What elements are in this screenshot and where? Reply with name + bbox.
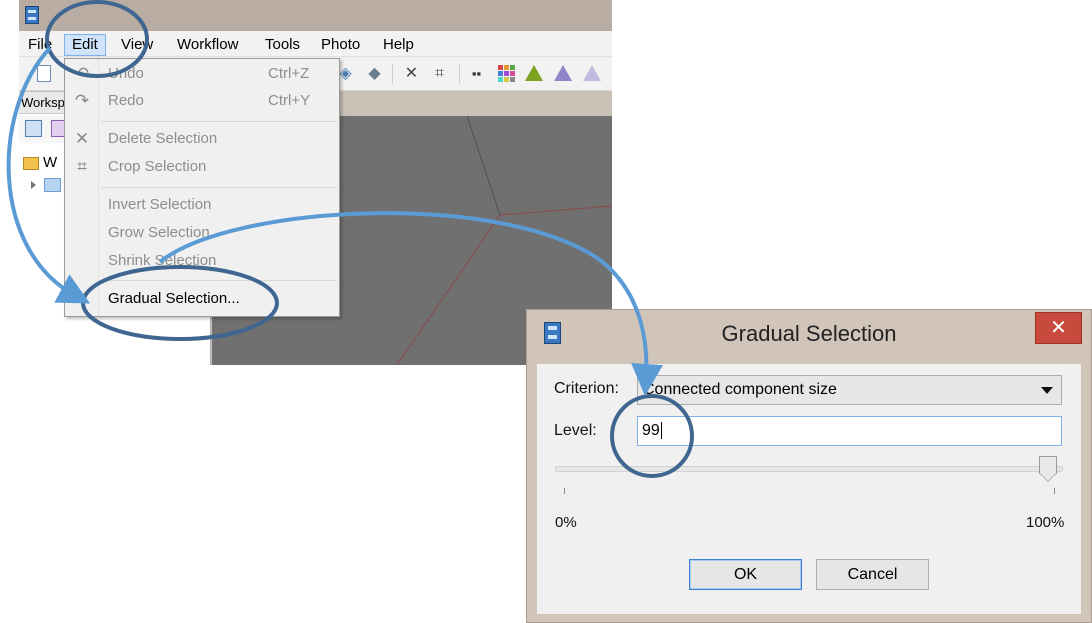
color-grid-icon[interactable] xyxy=(498,65,515,82)
tree-item-workspace[interactable]: W xyxy=(23,153,57,173)
menu-photo[interactable]: Photo xyxy=(314,34,367,56)
gradual-selection-dialog: Gradual Selection ✕ Criterion: Connected… xyxy=(526,309,1092,623)
menu-separator xyxy=(101,280,337,281)
grid-view-icon[interactable]: ▪▪ xyxy=(468,65,485,82)
menu-item-redo[interactable]: ↷ Redo Ctrl+Y xyxy=(65,88,339,114)
menu-view[interactable]: View xyxy=(114,34,160,56)
level-input[interactable]: 99 xyxy=(637,416,1062,446)
menu-item-shrink-selection[interactable]: Shrink Selection xyxy=(65,248,339,274)
menu-item-label: Undo xyxy=(108,65,144,82)
slider-min-label: 0% xyxy=(555,514,577,531)
dialog-body: Criterion: Connected component size Leve… xyxy=(537,364,1081,614)
menu-tools[interactable]: Tools xyxy=(258,34,307,56)
menu-item-gradual-selection[interactable]: Gradual Selection... xyxy=(65,286,339,312)
rotate-tool-icon[interactable]: ◆ xyxy=(366,65,383,82)
new-document-icon[interactable] xyxy=(37,65,51,82)
menu-file[interactable]: File xyxy=(21,34,59,56)
close-button[interactable]: ✕ xyxy=(1035,312,1082,344)
edit-menu-dropdown: ↶ Undo Ctrl+Z ↷ Redo Ctrl+Y ✕ Delete Sel… xyxy=(64,58,340,317)
menu-item-label: Shrink Selection xyxy=(108,252,217,269)
menu-item-label: Grow Selection xyxy=(108,224,210,241)
undo-icon: ↶ xyxy=(74,64,90,83)
delete-icon[interactable]: ✕ xyxy=(403,65,420,82)
tree-item-label: W xyxy=(43,154,58,171)
close-icon: ✕ xyxy=(1050,317,1067,339)
app-title-bar xyxy=(19,0,612,31)
expand-arrow-icon[interactable] xyxy=(31,181,36,190)
menu-help[interactable]: Help xyxy=(376,34,421,56)
crop-icon[interactable]: ⌗ xyxy=(431,65,448,82)
menu-item-label: Gradual Selection... xyxy=(108,290,240,307)
menu-item-label: Delete Selection xyxy=(108,130,218,147)
menu-separator xyxy=(101,187,337,188)
menu-item-grow-selection[interactable]: Grow Selection xyxy=(65,220,339,246)
menu-edit[interactable]: Edit xyxy=(64,34,106,56)
menu-item-label: Invert Selection xyxy=(108,196,212,213)
bounding-edge xyxy=(396,214,501,365)
cancel-button[interactable]: Cancel xyxy=(816,559,929,590)
menu-bar: File Edit View Workflow Tools Photo Help xyxy=(19,31,612,57)
criterion-value: Connected component size xyxy=(643,381,837,398)
menu-item-undo[interactable]: ↶ Undo Ctrl+Z xyxy=(65,61,339,87)
bounding-edge xyxy=(466,116,501,216)
menu-item-label: Redo xyxy=(108,92,144,109)
menu-item-shortcut: Ctrl+Z xyxy=(268,65,310,82)
bounding-edge xyxy=(499,205,612,216)
level-slider-track[interactable] xyxy=(555,466,1063,472)
criterion-dropdown[interactable]: Connected component size xyxy=(637,375,1062,405)
menu-item-delete-selection[interactable]: ✕ Delete Selection xyxy=(65,126,339,152)
criterion-label: Criterion: xyxy=(554,380,619,397)
wireframe-model-icon[interactable] xyxy=(583,65,601,81)
delete-icon: ✕ xyxy=(74,129,90,148)
level-value: 99 xyxy=(642,422,660,439)
redo-icon: ↷ xyxy=(74,91,90,110)
ok-button[interactable]: OK xyxy=(689,559,802,590)
menu-item-invert-selection[interactable]: Invert Selection xyxy=(65,192,339,218)
slider-thumb-body xyxy=(1039,456,1058,474)
menu-item-crop-selection[interactable]: ⌗ Crop Selection xyxy=(65,154,339,180)
chunk-icon xyxy=(44,178,61,193)
level-slider-thumb[interactable] xyxy=(1039,456,1058,482)
solid-model-icon[interactable] xyxy=(554,65,572,81)
menu-workflow[interactable]: Workflow xyxy=(170,34,245,56)
menu-item-shortcut: Ctrl+Y xyxy=(268,92,311,109)
dialog-title-bar[interactable]: Gradual Selection ✕ xyxy=(527,310,1091,354)
tree-item-chunk[interactable] xyxy=(23,175,61,195)
slider-thumb-tip-fill xyxy=(1040,473,1057,481)
chevron-down-icon xyxy=(1041,387,1053,394)
level-label: Level: xyxy=(554,422,597,439)
toolbar-separator xyxy=(392,64,393,84)
add-chunk-icon[interactable] xyxy=(25,120,42,137)
folder-icon xyxy=(23,156,39,170)
toolbar-separator xyxy=(459,64,460,84)
text-cursor xyxy=(660,422,662,440)
shaded-model-icon[interactable] xyxy=(525,65,543,81)
crop-icon: ⌗ xyxy=(77,157,87,176)
menu-item-label: Crop Selection xyxy=(108,158,207,175)
dialog-title: Gradual Selection xyxy=(721,321,897,346)
slider-max-label: 100% xyxy=(1026,514,1065,531)
menu-separator xyxy=(101,121,337,122)
slider-tick-max xyxy=(1054,488,1055,494)
film-icon xyxy=(25,6,39,24)
slider-tick-min xyxy=(564,488,565,494)
